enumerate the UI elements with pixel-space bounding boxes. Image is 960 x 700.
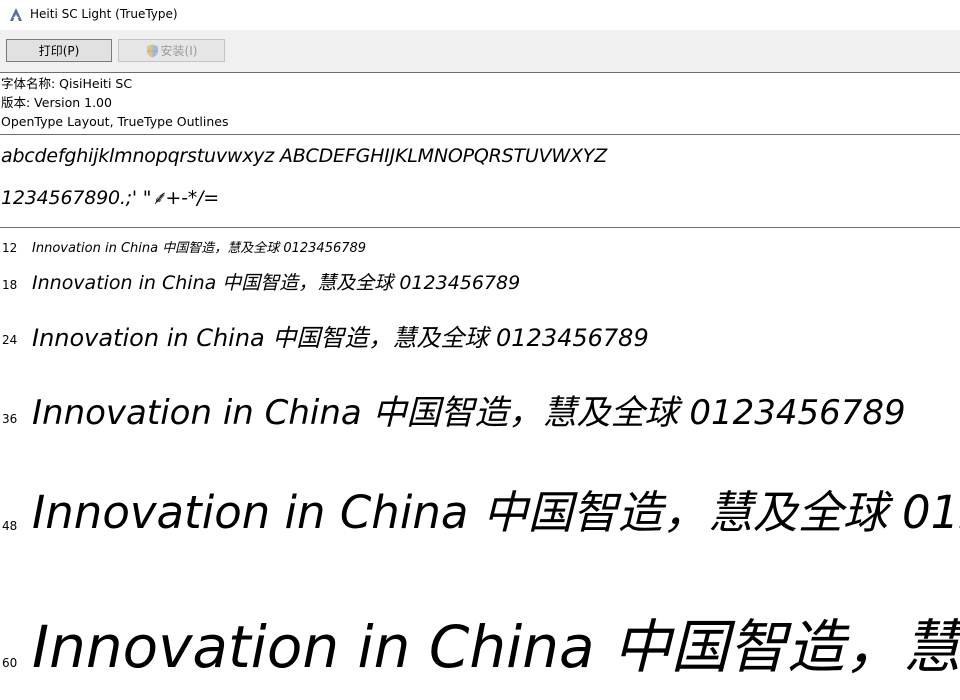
size-label: 60 bbox=[2, 656, 18, 670]
alphabet-sample: abcdefghijklmnopqrstuvwxyz ABCDEFGHIJKLM… bbox=[1, 145, 608, 167]
uac-shield-icon bbox=[146, 44, 158, 57]
sample-row-48: 48 Innovation in China 中国智造，慧及全球 0123456… bbox=[0, 472, 960, 552]
font-version-line: 版本: Version 1.00 bbox=[1, 95, 112, 110]
sample-text: Innovation in China 中国智造，慧及全球 0123456789 bbox=[32, 613, 960, 681]
toolbar-divider bbox=[0, 72, 960, 73]
digits-symbols-sample: 1234567890.;' "⸙+-*/= bbox=[1, 187, 219, 209]
size-label: 48 bbox=[2, 519, 18, 533]
size-label: 18 bbox=[2, 278, 18, 292]
sample-row-12: 12 Innovation in China 中国智造，慧及全球 0123456… bbox=[0, 236, 960, 258]
sample-text: Innovation in China 中国智造，慧及全球 0123456789 bbox=[32, 272, 521, 294]
font-name-line: 字体名称: QisiHeiti SC bbox=[1, 76, 133, 91]
size-label: 24 bbox=[2, 333, 18, 347]
size-label: 36 bbox=[2, 412, 18, 426]
sample-row-24: 24 Innovation in China 中国智造，慧及全球 0123456… bbox=[0, 312, 960, 356]
charset-divider bbox=[0, 227, 960, 228]
info-divider bbox=[0, 134, 960, 135]
size-label: 12 bbox=[2, 241, 18, 255]
font-type-line: OpenType Layout, TrueType Outlines bbox=[1, 114, 229, 129]
font-viewer-app-icon bbox=[10, 8, 22, 21]
install-button-label: 安装(I) bbox=[160, 44, 198, 58]
sample-text: Innovation in China 中国智造，慧及全球 0123456789 bbox=[32, 393, 906, 433]
sample-text: Innovation in China 中国智造，慧及全球 0123456789 bbox=[32, 486, 960, 539]
sample-row-60: 60 Innovation in China 中国智造，慧及全球 0123456… bbox=[0, 596, 960, 696]
sample-row-36: 36 Innovation in China 中国智造，慧及全球 0123456… bbox=[0, 378, 960, 438]
window-title: Heiti SC Light (TrueType) bbox=[30, 7, 178, 21]
sample-row-18: 18 Innovation in China 中国智造，慧及全球 0123456… bbox=[0, 266, 960, 298]
sample-text: Innovation in China 中国智造，慧及全球 0123456789 bbox=[32, 241, 367, 256]
print-button[interactable]: 打印(P) bbox=[6, 39, 112, 62]
sample-text: Innovation in China 中国智造，慧及全球 0123456789 bbox=[32, 324, 649, 352]
font-info: 字体名称: QisiHeiti SC 版本: Version 1.00 Open… bbox=[0, 74, 960, 131]
install-button[interactable]: 安装(I) bbox=[118, 39, 225, 62]
title-bar: Heiti SC Light (TrueType) bbox=[0, 0, 960, 30]
print-button-label: 打印(P) bbox=[38, 44, 80, 58]
